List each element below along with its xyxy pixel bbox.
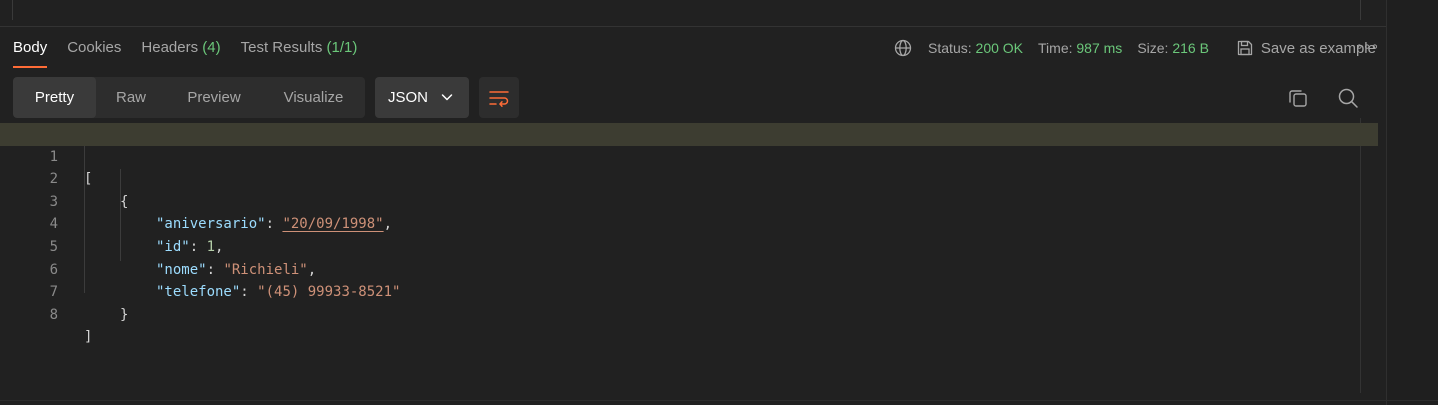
response-meta: Status: 200 OK Time: 987 ms Size: 216 B … <box>894 28 1376 68</box>
tab-label: Body <box>13 39 48 56</box>
format-select[interactable]: JSON <box>375 77 469 118</box>
search-icon[interactable] <box>1337 87 1359 109</box>
view-pretty-button[interactable]: Pretty <box>13 77 96 118</box>
tab-cookies[interactable]: Cookies <box>67 28 121 68</box>
code-line: 6 "telefone": "(45) 99933-8521" <box>0 236 1378 301</box>
view-raw-button[interactable]: Raw <box>96 77 166 118</box>
divider <box>1386 0 1387 405</box>
status-readout[interactable]: Status: 200 OK <box>928 40 1023 56</box>
tab-headers[interactable]: Headers (4) <box>141 28 220 68</box>
wrap-lines-button[interactable] <box>479 77 519 118</box>
time-readout[interactable]: Time: 987 ms <box>1038 40 1122 56</box>
top-panel-edge <box>0 0 1438 27</box>
right-gutter <box>1387 0 1438 405</box>
status-label: Status: <box>928 40 972 56</box>
format-value: JSON <box>388 89 429 106</box>
json-bracket: ] <box>84 329 93 346</box>
view-mode-switch: Pretty Raw Preview Visualize <box>13 77 365 118</box>
time-value: 987 ms <box>1076 40 1123 56</box>
tab-count-badge: (4) <box>202 39 221 56</box>
size-value: 216 B <box>1172 40 1209 56</box>
more-label: ∘∘∘ <box>1355 38 1379 54</box>
time-label: Time: <box>1038 40 1073 56</box>
copy-icon[interactable] <box>1287 87 1309 109</box>
json-brace: } <box>120 306 129 323</box>
code-line: 8 ] <box>0 281 1378 346</box>
divider <box>1360 0 1361 20</box>
code-line: 4 "id": 1, <box>0 191 1378 255</box>
status-value: 200 OK <box>975 40 1024 56</box>
size-readout[interactable]: Size: 216 B <box>1137 40 1209 56</box>
line-number: 8 <box>49 306 58 323</box>
response-tabs: Body Cookies Headers (4) Test Results (1… <box>0 28 357 68</box>
response-body-editor[interactable]: 1 [ 2 { 3 "aniversario": "20/09/1998", 4… <box>0 123 1378 346</box>
tab-test-results[interactable]: Test Results (1/1) <box>241 28 358 68</box>
view-preview-button[interactable]: Preview <box>166 77 262 118</box>
tab-label: Test Results <box>240 39 323 56</box>
code-line: 2 { <box>0 146 1378 210</box>
code-line: 1 [ <box>0 123 1378 187</box>
size-label: Size: <box>1137 40 1169 56</box>
code-line: 3 "aniversario": "20/09/1998", <box>0 168 1378 233</box>
view-visualize-button[interactable]: Visualize <box>262 77 365 118</box>
chevron-down-icon <box>441 94 453 101</box>
divider <box>12 0 13 20</box>
wrap-lines-icon <box>489 90 509 107</box>
tab-label: Headers <box>141 39 199 56</box>
save-icon <box>1237 40 1253 56</box>
tab-count-badge: (1/1) <box>326 39 358 56</box>
globe-icon[interactable] <box>894 39 912 57</box>
more-icon[interactable]: ∘∘∘ <box>1355 38 1379 55</box>
code-line: 7 } <box>0 259 1378 323</box>
tab-label: Cookies <box>67 39 122 56</box>
divider <box>0 400 1438 401</box>
code-line: 5 "nome": "Richieli", <box>0 213 1378 278</box>
tab-body[interactable]: Body <box>13 28 48 68</box>
